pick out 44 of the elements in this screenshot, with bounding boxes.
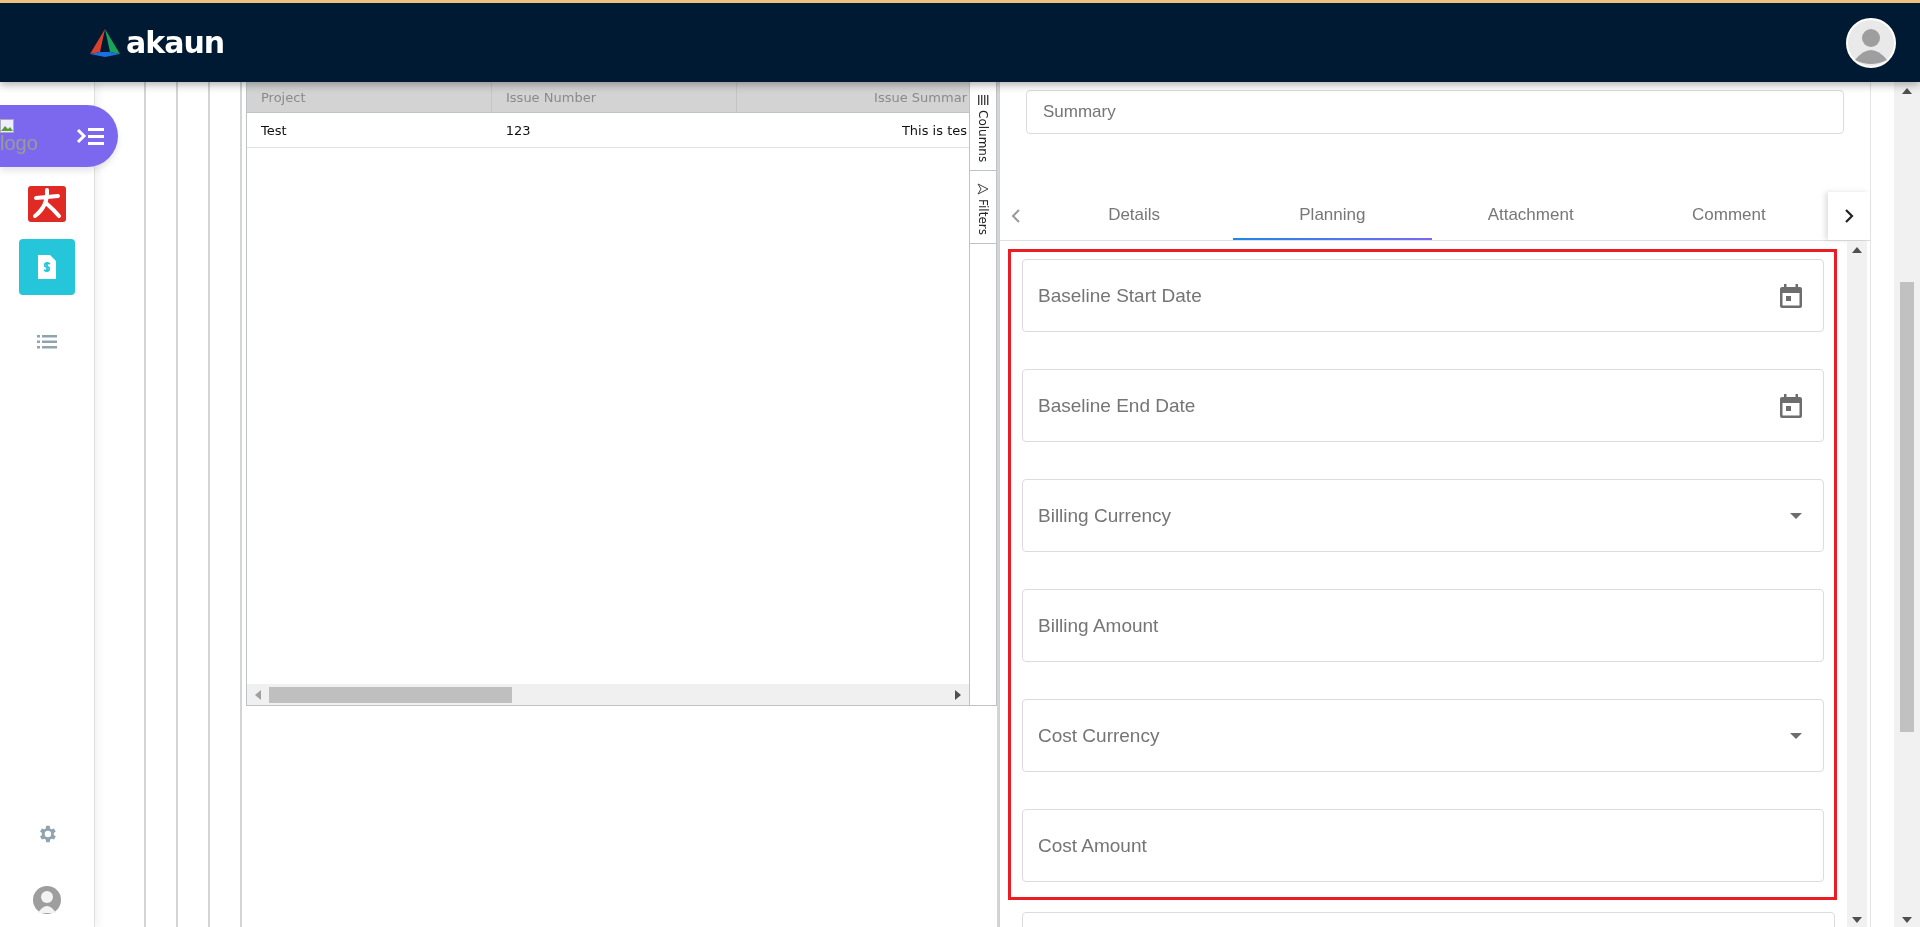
- menu-icon: [76, 126, 106, 146]
- table-cell-text: 123: [504, 121, 532, 140]
- horizontal-scrollbar[interactable]: [247, 684, 969, 705]
- side-panel-tab[interactable]: Columns: [970, 82, 996, 172]
- scroll-up-icon[interactable]: [1902, 88, 1912, 94]
- tab[interactable]: Comment: [1629, 192, 1828, 240]
- input-field[interactable]: Cost Amount: [1022, 809, 1824, 882]
- dropdown-field[interactable]: Cost Currency: [1022, 699, 1824, 772]
- scroll-up-icon[interactable]: [1852, 247, 1862, 253]
- table-cell-text: Test: [260, 121, 288, 140]
- calendar-icon[interactable]: [1780, 393, 1802, 418]
- filter-icon: [977, 183, 989, 196]
- calendar-icon[interactable]: [1780, 283, 1802, 308]
- side-panel-tab[interactable]: Filters: [970, 171, 996, 245]
- summary-field[interactable]: Summary: [1026, 90, 1844, 134]
- broken-image-icon: [0, 119, 14, 133]
- avatar-icon[interactable]: [1846, 17, 1896, 68]
- dropdown-caret-icon[interactable]: [1790, 512, 1802, 519]
- scroll-down-icon[interactable]: [1852, 917, 1862, 923]
- scroll-right-icon[interactable]: [953, 689, 961, 700]
- date-field[interactable]: Baseline Start Date: [1022, 259, 1824, 332]
- app-logo-icon: [28, 186, 66, 222]
- invoice-icon: [38, 255, 56, 279]
- column-header[interactable]: Issue Number: [492, 82, 737, 112]
- brand-name: akaun: [126, 25, 225, 60]
- tab[interactable]: Details: [1035, 192, 1234, 240]
- chevron-left-icon[interactable]: [1010, 208, 1022, 224]
- tab[interactable]: Planning: [1233, 192, 1432, 240]
- dropdown-caret-icon[interactable]: [1790, 732, 1802, 739]
- logo-alt-text: logo: [0, 133, 38, 153]
- input-field[interactable]: Billing Amount: [1022, 589, 1824, 662]
- scroll-down-icon[interactable]: [1902, 917, 1912, 923]
- tab[interactable]: Attachment: [1431, 192, 1630, 240]
- column-header[interactable]: Issue Summar: [737, 82, 969, 112]
- column-header[interactable]: Project: [247, 82, 492, 112]
- vertical-scrollbar[interactable]: [1847, 241, 1867, 927]
- columns-icon: [977, 94, 989, 106]
- table-cell-text: This is tes: [900, 121, 968, 140]
- chevron-right-icon: [1843, 208, 1855, 224]
- logo-icon: [88, 27, 122, 58]
- page-scrollbar[interactable]: [1894, 82, 1920, 927]
- date-field[interactable]: Baseline End Date: [1022, 369, 1824, 442]
- list-icon: [37, 335, 57, 349]
- dropdown-field[interactable]: Billing Currency: [1022, 479, 1824, 552]
